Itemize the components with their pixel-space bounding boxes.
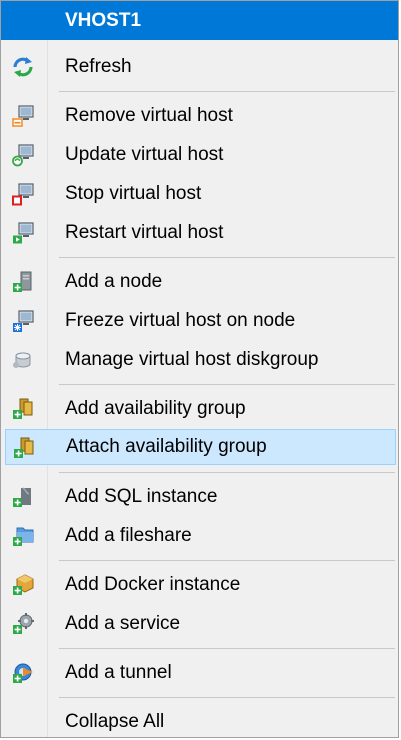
menu-item-attach-availability-group[interactable]: Attach availability group [5,429,396,465]
menu-item-add-a-fileshare[interactable]: Add a fileshare [3,518,396,554]
menu-item-label: Refresh [65,56,132,77]
menu-item-label: Stop virtual host [65,183,202,204]
menu-item-freeze-virtual-host-on-node[interactable]: Freeze virtual host on node [3,303,396,339]
menu-item-label: Add a tunnel [65,662,172,683]
menu-title: VHOST1 [1,1,398,40]
stop-host-icon [11,182,35,206]
menu-item-stop-virtual-host[interactable]: Stop virtual host [3,176,396,212]
menu-item-label: Add a fileshare [65,525,192,546]
menu-item-restart-virtual-host[interactable]: Restart virtual host [3,215,396,251]
add-docker-instance-icon [11,573,35,597]
menu-item-add-a-service[interactable]: Add a service [3,606,396,642]
menu-separator [59,648,395,649]
menu-item-label: Add a node [65,271,163,292]
menu-item-add-sql-instance[interactable]: Add SQL instance [3,479,396,515]
menu-separator [59,91,395,92]
menu-separator [59,384,395,385]
menu-item-label: Freeze virtual host on node [65,310,296,331]
freeze-host-icon [11,309,35,333]
add-tunnel-icon [11,661,35,685]
menu-item-label: Update virtual host [65,144,224,165]
add-fileshare-icon [11,524,35,548]
menu-separator [59,560,395,561]
refresh-icon [11,55,35,79]
menu-item-update-virtual-host[interactable]: Update virtual host [3,137,396,173]
menu-item-label: Remove virtual host [65,105,233,126]
diskgroup-icon [11,348,35,372]
menu-item-label: Manage virtual host diskgroup [65,349,319,370]
restart-host-icon [11,221,35,245]
menu-item-label: Restart virtual host [65,222,224,243]
menu-item-remove-virtual-host[interactable]: Remove virtual host [3,98,396,134]
add-node-icon [11,270,35,294]
menu-item-label: Add a service [65,613,181,634]
menu-item-refresh[interactable]: Refresh [3,49,396,85]
add-sql-instance-icon [11,485,35,509]
add-availability-group-icon [11,397,35,421]
menu-item-label: Attach availability group [66,436,267,457]
menu-separator [59,257,395,258]
menu-item-label: Collapse All [65,711,165,732]
context-menu: VHOST1 Refresh Remove virtual host Updat… [0,0,399,738]
attach-availability-group-icon [12,436,36,460]
update-host-icon [11,143,35,167]
menu-item-label: Add availability group [65,398,246,419]
menu-item-manage-virtual-host-diskgroup[interactable]: Manage virtual host diskgroup [3,342,396,378]
remove-host-icon [11,104,35,128]
menu-item-add-docker-instance[interactable]: Add Docker instance [3,567,396,603]
menu-item-collapse-all[interactable]: Collapse All [3,704,396,740]
menu-item-label: Add SQL instance [65,486,218,507]
add-service-icon [11,612,35,636]
menu-separator [59,697,395,698]
menu-item-add-availability-group[interactable]: Add availability group [3,391,396,427]
menu-item-label: Add Docker instance [65,574,241,595]
menu-item-add-a-tunnel[interactable]: Add a tunnel [3,655,396,691]
menu-separator [59,472,395,473]
menu-item-add-a-node[interactable]: Add a node [3,264,396,300]
